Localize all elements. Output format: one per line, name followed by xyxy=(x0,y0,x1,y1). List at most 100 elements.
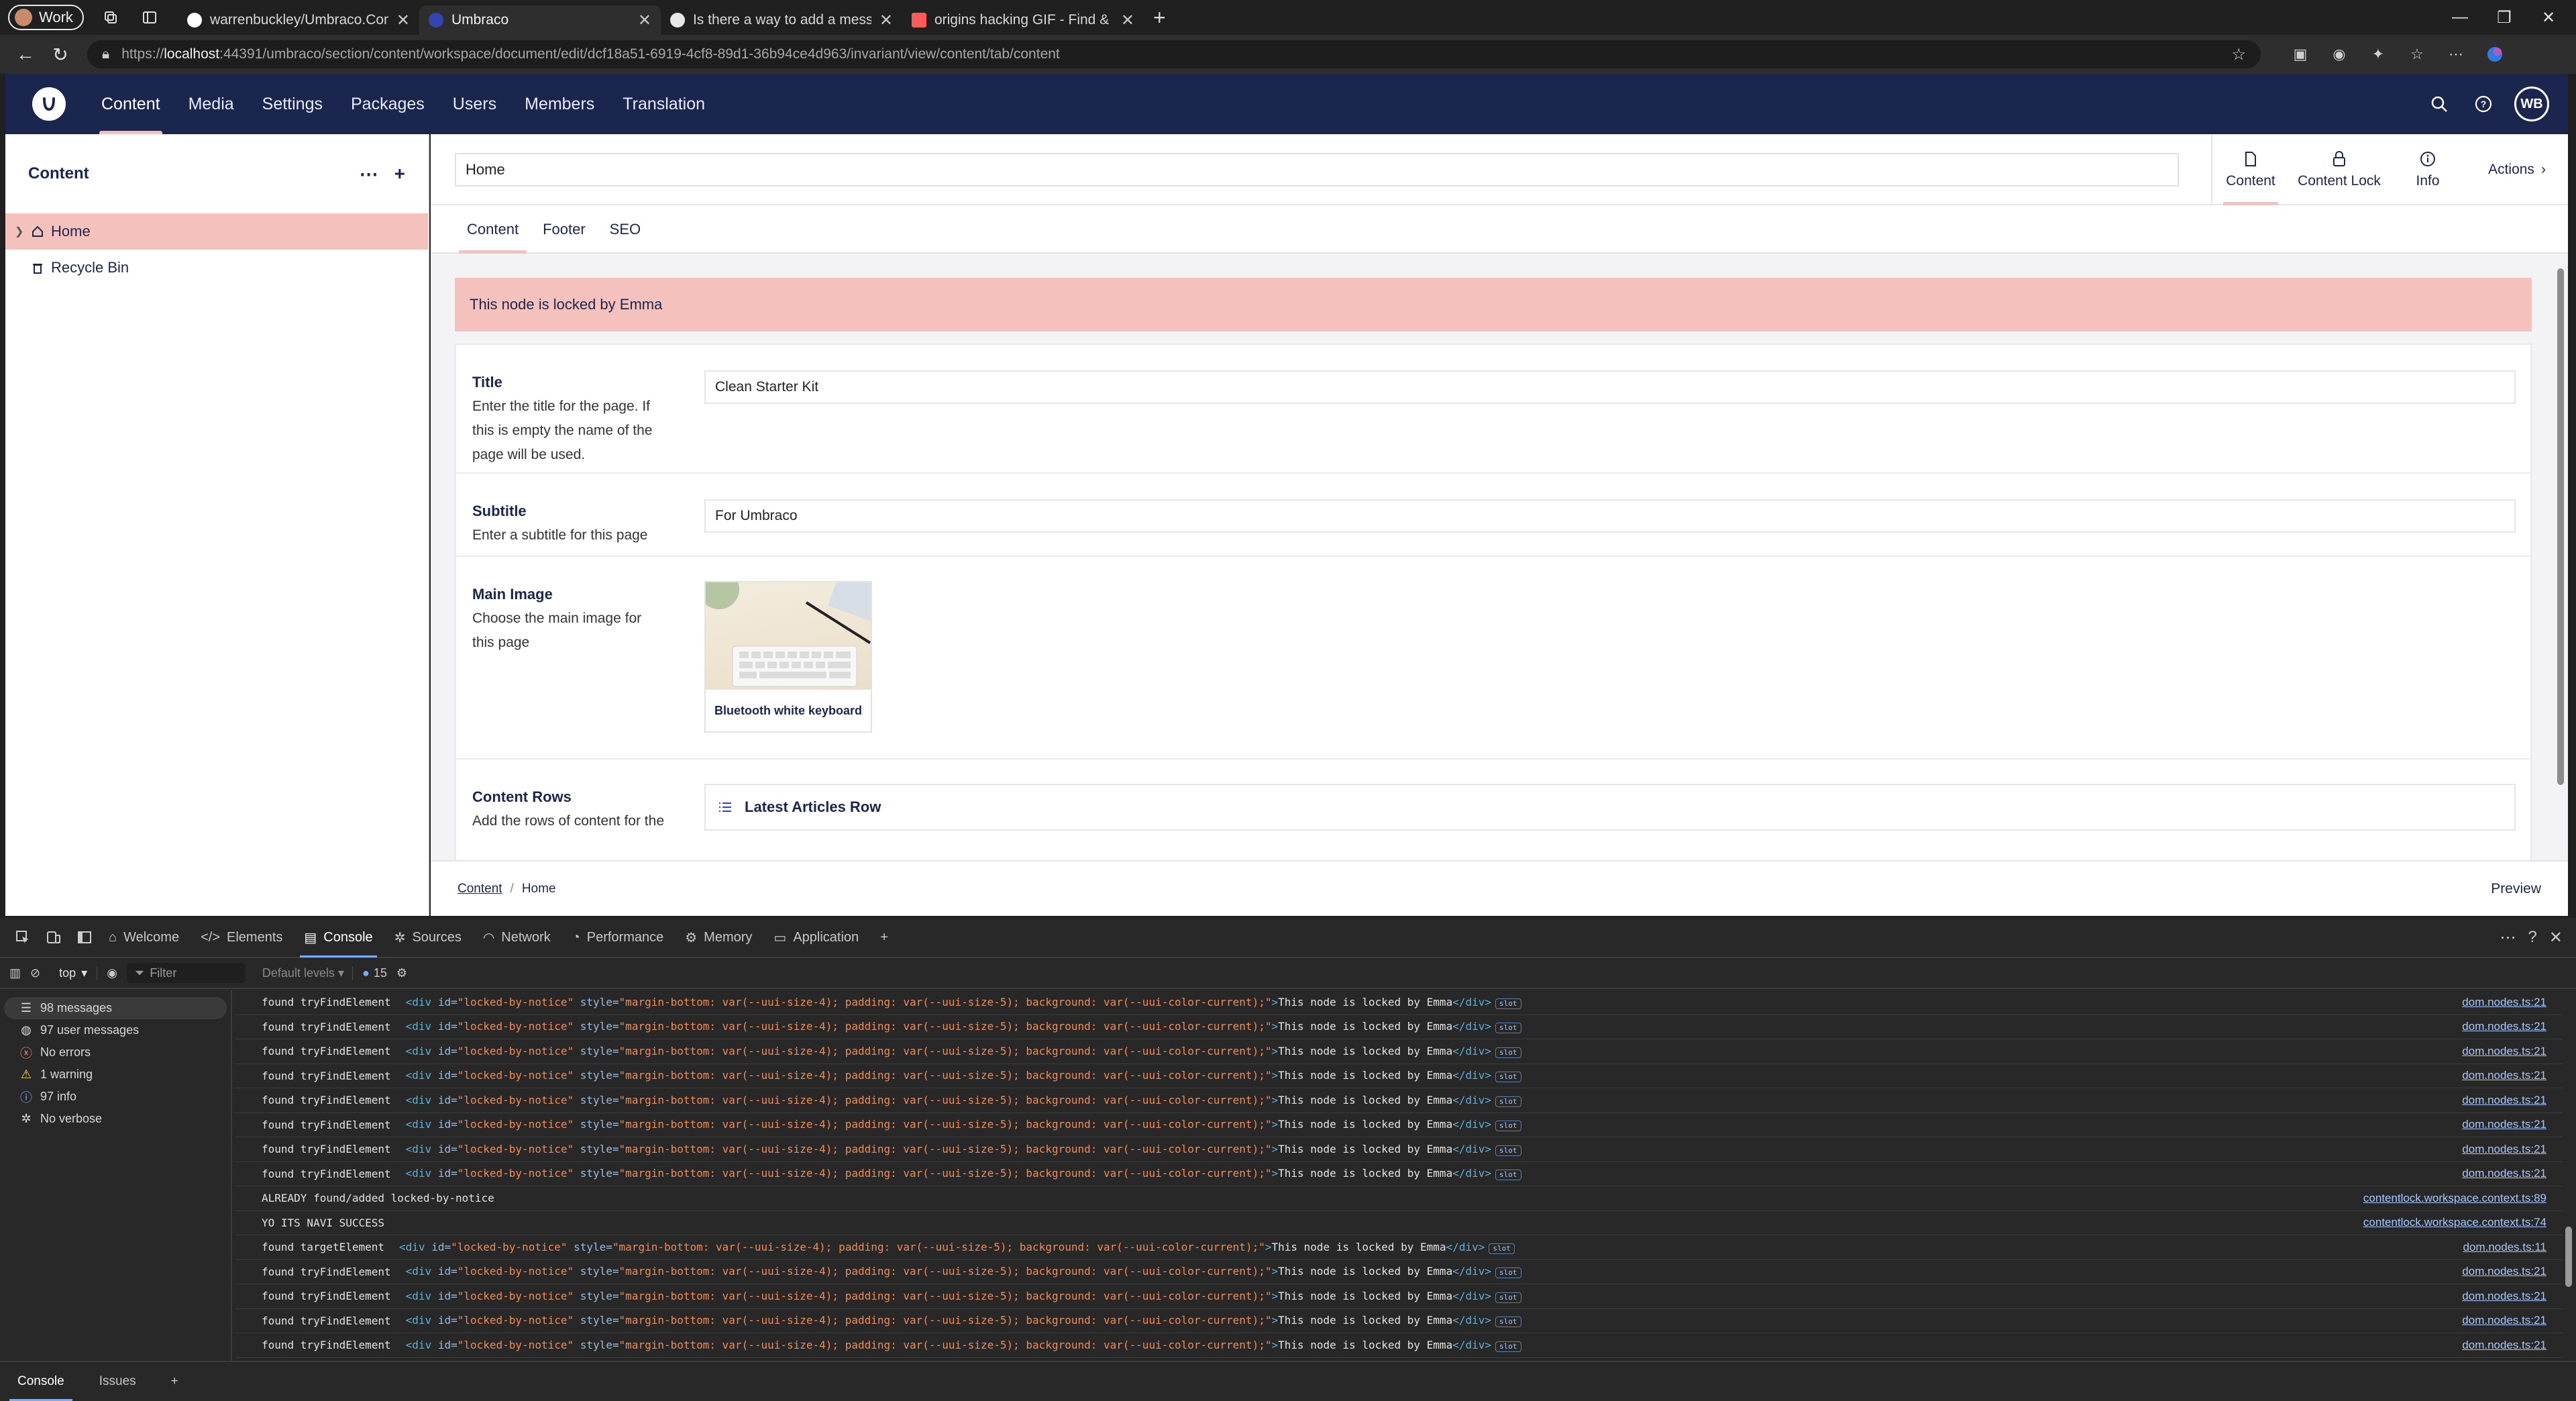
breadcrumb-content[interactable]: Content xyxy=(458,882,502,896)
workspaces-icon[interactable] xyxy=(99,5,123,30)
actions-button[interactable]: Actions › xyxy=(2466,134,2568,205)
context-selector[interactable]: top ▾ xyxy=(50,966,98,980)
log-source-link[interactable]: dom.nodes.ts:11 xyxy=(2463,1241,2546,1254)
workspace-scrollbar[interactable] xyxy=(2557,259,2564,849)
log-source-link[interactable]: dom.nodes.ts:21 xyxy=(2462,1339,2546,1352)
dock-side-icon[interactable] xyxy=(71,924,98,951)
slot-badge[interactable]: slot xyxy=(1495,1267,1521,1279)
tab-footer[interactable]: Footer xyxy=(531,205,598,254)
log-element[interactable]: <div id="locked-by-notice" style="margin… xyxy=(406,1020,1521,1034)
browser-tab-giphy[interactable]: origins hacking GIF - Find & Sha ✕ xyxy=(902,5,1144,35)
more-actions-icon[interactable]: ⋯ xyxy=(360,163,378,185)
log-source-link[interactable]: contentlock.workspace.context.ts:89 xyxy=(2363,1192,2546,1205)
console-scrollbar[interactable] xyxy=(2564,990,2573,1361)
tab-actions-icon[interactable] xyxy=(138,5,162,30)
scrollbar-thumb[interactable] xyxy=(2565,1227,2572,1287)
log-element[interactable]: <div id="locked-by-notice" style="margin… xyxy=(406,1265,1521,1279)
log-element[interactable]: <div id="locked-by-notice" style="margin… xyxy=(406,1339,1521,1352)
drawer-tab-console[interactable]: Console xyxy=(0,1362,82,1401)
log-source-link[interactable]: dom.nodes.ts:21 xyxy=(2462,996,2546,1009)
browser-tab-umbraco[interactable]: Umbraco ✕ xyxy=(419,5,661,35)
section-users[interactable]: Users xyxy=(439,74,511,134)
close-icon[interactable]: ✕ xyxy=(2549,928,2563,947)
slot-badge[interactable]: slot xyxy=(1489,1243,1515,1254)
subtitle-input[interactable]: For Umbraco xyxy=(704,499,2516,533)
log-element[interactable]: <div id="locked-by-notice" style="margin… xyxy=(406,1290,1521,1303)
close-icon[interactable]: ✕ xyxy=(638,11,651,30)
filter-verbose[interactable]: ✲ No verbose xyxy=(4,1108,227,1130)
section-settings[interactable]: Settings xyxy=(248,74,337,134)
section-translation[interactable]: Translation xyxy=(608,74,719,134)
url-input[interactable]: 🔒︎ https://localhost:44391/umbraco/secti… xyxy=(87,40,2261,68)
slot-badge[interactable]: slot xyxy=(1495,1145,1521,1156)
tree-item-home[interactable]: ❯ Home xyxy=(5,213,428,250)
log-source-link[interactable]: dom.nodes.ts:21 xyxy=(2462,1314,2546,1327)
add-drawer-tab-button[interactable]: + xyxy=(154,1362,196,1401)
log-source-link[interactable]: dom.nodes.ts:21 xyxy=(2462,1118,2546,1131)
devtools-tab-elements[interactable]: </> Elements xyxy=(190,917,293,957)
view-content[interactable]: Content xyxy=(2212,134,2289,205)
scrollbar-thumb[interactable] xyxy=(2557,268,2564,785)
log-source-link[interactable]: dom.nodes.ts:21 xyxy=(2462,1167,2546,1180)
preview-button[interactable]: Preview xyxy=(2491,881,2541,897)
filter-info[interactable]: ⓘ 97 info xyxy=(4,1086,227,1108)
restore-button[interactable]: ❐ xyxy=(2482,0,2526,35)
log-element[interactable]: <div id="locked-by-notice" style="margin… xyxy=(406,1314,1521,1328)
close-window-button[interactable]: ✕ xyxy=(2526,0,2571,35)
log-element[interactable]: <div id="locked-by-notice" style="margin… xyxy=(406,1118,1521,1132)
log-element[interactable]: <div id="locked-by-notice" style="margin… xyxy=(406,1167,1521,1181)
slot-badge[interactable]: slot xyxy=(1495,1121,1521,1132)
minimize-button[interactable]: — xyxy=(2438,0,2482,35)
log-element[interactable]: <div id="locked-by-notice" style="margin… xyxy=(406,1069,1521,1083)
close-icon[interactable]: ✕ xyxy=(879,11,893,30)
extension-icon[interactable]: ◉ xyxy=(2324,39,2355,70)
tree-item-recycle-bin[interactable]: Recycle Bin xyxy=(5,250,428,286)
refresh-button[interactable]: ↻ xyxy=(43,38,78,71)
issues-counter[interactable]: ● 15 xyxy=(362,966,387,980)
slot-badge[interactable]: slot xyxy=(1495,1292,1521,1303)
log-element[interactable]: <div id="locked-by-notice" style="margin… xyxy=(406,996,1521,1009)
device-toolbar-icon[interactable] xyxy=(40,924,67,951)
extension-icon[interactable]: ▣ xyxy=(2285,39,2316,70)
title-input[interactable]: Clean Starter Kit xyxy=(704,370,2516,404)
search-icon[interactable] xyxy=(2426,91,2453,117)
profile-button[interactable]: Work xyxy=(8,5,84,30)
section-media[interactable]: Media xyxy=(174,74,248,134)
close-icon[interactable]: ✕ xyxy=(1121,11,1134,30)
section-content[interactable]: Content xyxy=(87,74,174,134)
browser-tab-forum[interactable]: Is there a way to add a message ✕ xyxy=(661,5,902,35)
add-panel-button[interactable]: + xyxy=(869,917,899,957)
devtools-tab-welcome[interactable]: ⌂ Welcome xyxy=(98,917,190,957)
console-filter-input[interactable]: ⏷ Filter xyxy=(126,963,245,983)
eye-icon[interactable]: ◉ xyxy=(107,966,117,980)
log-element[interactable]: <div id="locked-by-notice" style="margin… xyxy=(399,1241,1515,1254)
view-info[interactable]: Info xyxy=(2390,134,2466,205)
log-source-link[interactable]: dom.nodes.ts:21 xyxy=(2462,1290,2546,1303)
media-picker-card[interactable]: Bluetooth white keyboard xyxy=(704,581,872,733)
tab-seo[interactable]: SEO xyxy=(598,205,653,254)
clear-console-icon[interactable]: ⊘ xyxy=(30,966,40,980)
filter-warnings[interactable]: ⚠ 1 warning xyxy=(4,1063,227,1086)
slot-badge[interactable]: slot xyxy=(1495,1072,1521,1083)
log-source-link[interactable]: contentlock.workspace.context.ts:74 xyxy=(2363,1216,2546,1229)
back-button[interactable]: ← xyxy=(8,38,43,71)
slot-badge[interactable]: slot xyxy=(1495,1096,1521,1107)
inspect-icon[interactable] xyxy=(9,924,36,951)
view-content-lock[interactable]: Content Lock xyxy=(2289,134,2390,205)
devtools-tab-performance[interactable]: ◔ Performance xyxy=(561,917,675,957)
user-avatar[interactable]: WB xyxy=(2514,87,2549,121)
log-levels-dropdown[interactable]: Default levels ▾ xyxy=(254,966,354,980)
log-source-link[interactable]: dom.nodes.ts:21 xyxy=(2462,1265,2546,1278)
extensions-puzzle-icon[interactable]: ✦ xyxy=(2363,39,2394,70)
log-element[interactable]: <div id="locked-by-notice" style="margin… xyxy=(406,1094,1521,1107)
section-packages[interactable]: Packages xyxy=(337,74,439,134)
close-icon[interactable]: ✕ xyxy=(396,11,410,30)
log-source-link[interactable]: dom.nodes.ts:21 xyxy=(2462,1045,2546,1058)
filter-user-messages[interactable]: ◍ 97 user messages xyxy=(4,1019,227,1041)
slot-badge[interactable]: slot xyxy=(1495,998,1521,1009)
help-icon[interactable]: ? xyxy=(2528,928,2537,947)
favorite-star-icon[interactable]: ☆ xyxy=(2231,45,2246,64)
more-menu-icon[interactable]: ⋯ xyxy=(2440,39,2471,70)
sidebar-toggle-icon[interactable]: ▥ xyxy=(9,966,21,980)
favorites-icon[interactable]: ☆ xyxy=(2402,39,2432,70)
